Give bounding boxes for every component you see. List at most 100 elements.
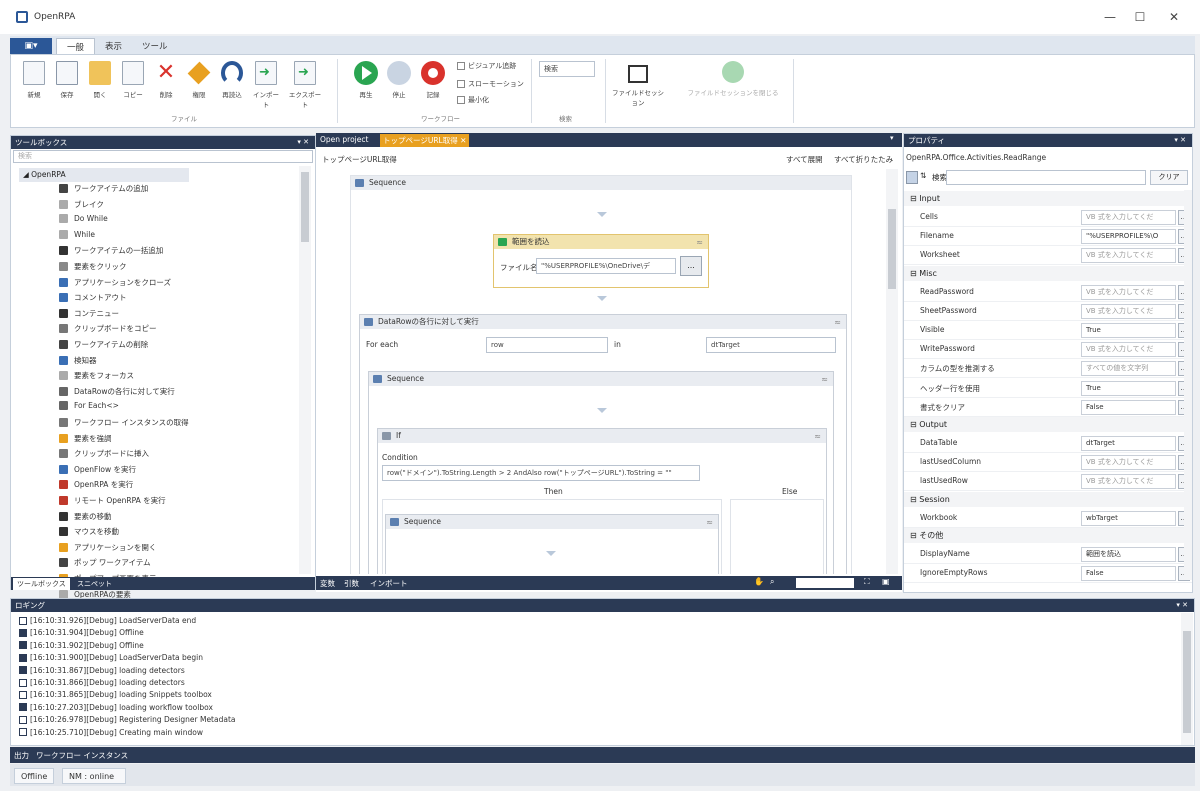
condition-input[interactable]: row("ドメイン").ToString.Length > 2 AndAlso … [382, 465, 700, 481]
fielded-session-button[interactable]: ファイルドセッション [609, 61, 667, 107]
pin-icon[interactable]: ▾ [890, 134, 894, 142]
scrollbar-thumb[interactable] [888, 209, 896, 289]
tab-workflow-active[interactable]: トップページURL取得 ✕ [380, 134, 470, 147]
slow-motion-checkbox[interactable]: スローモーション [457, 79, 524, 89]
property-value-input[interactable]: 範囲を読込 [1081, 546, 1176, 562]
item-variable-input[interactable]: row [486, 337, 608, 353]
browse-button[interactable]: ... [680, 256, 702, 276]
collapse-icon[interactable]: ≈ [696, 236, 703, 250]
property-category[interactable]: ⊟ Session [904, 491, 1192, 507]
toolbox-item[interactable]: ブレイク [59, 199, 104, 210]
toolbox-item[interactable]: OpenRPA を実行 [59, 479, 133, 490]
collapse-icon[interactable]: ≈ [706, 516, 713, 530]
designer-scrollbar[interactable] [886, 169, 898, 574]
delete-button[interactable]: ✕ 削除 [151, 61, 181, 100]
reload-button[interactable]: 再読込 [217, 61, 247, 99]
property-value-input[interactable]: True [1081, 380, 1176, 396]
property-value-input[interactable]: "%USERPROFILE%\O [1081, 229, 1176, 245]
save-button[interactable]: 保存 [52, 61, 82, 99]
read-range-activity[interactable]: 範囲を読込 ≈ ファイル名 "%USERPROFILE%\OneDrive\デ .… [493, 234, 709, 288]
ribbon-search-input[interactable]: 検索 [539, 61, 595, 77]
toolbox-item[interactable]: クリップボードをコピー [59, 323, 157, 334]
outer-sequence[interactable]: Sequence 範囲を読込 ≈ ファイル名 "%USERPROFILE%\One… [350, 175, 852, 574]
log-scrollbar[interactable] [1181, 613, 1193, 745]
collapse-all-link[interactable]: すべて折りたたみ [834, 154, 893, 165]
close-button[interactable]: ✕ [1164, 10, 1184, 24]
toolbox-item[interactable]: ポップ ワークアイテム [59, 557, 151, 568]
collection-input[interactable]: dtTarget [706, 337, 836, 353]
toolbox-item[interactable]: アプリケーションを開く [59, 542, 156, 553]
toolbox-item[interactable]: ワークアイテムの削除 [59, 339, 148, 350]
toolbox-item[interactable]: ワークフロー インスタンスの取得 [59, 417, 189, 428]
properties-scrollbar[interactable] [1184, 190, 1192, 580]
toolbox-item[interactable]: リモート OpenRPA を実行 [59, 495, 166, 506]
property-value-input[interactable]: True [1081, 323, 1176, 338]
tab-tools[interactable]: ツール [132, 38, 178, 54]
log-checkbox[interactable] [19, 690, 27, 699]
collapse-icon[interactable]: ≈ [814, 430, 821, 444]
log-checkbox[interactable] [19, 628, 27, 637]
file-menu-button[interactable]: ▣▾ [10, 38, 52, 54]
toolbox-scrollbar[interactable] [299, 166, 311, 574]
pin-icon[interactable]: ▾ ✕ [297, 136, 309, 149]
toolbox-item[interactable]: 要素を強調 [59, 433, 112, 444]
property-value-input[interactable]: VB 式を入力してくだ [1081, 284, 1176, 300]
property-value-input[interactable]: VB 式を入力してくだ [1081, 455, 1176, 471]
tab-toolbox[interactable]: ツールボックス [13, 578, 70, 590]
tab-workflow-instances[interactable]: ワークフロー インスタンス [36, 750, 128, 761]
property-category[interactable]: ⊟ Output [904, 417, 1192, 432]
fit-screen-icon[interactable]: ⛶ [864, 577, 870, 587]
toolbox-item[interactable]: コメントアウト [59, 292, 127, 303]
toolbox-item[interactable]: Do While [59, 214, 108, 224]
log-checkbox[interactable] [19, 728, 27, 737]
then-branch[interactable]: Sequence ≈ [382, 499, 722, 574]
property-value-input[interactable]: すべての値を文字列 [1081, 361, 1176, 377]
file-name-input[interactable]: "%USERPROFILE%\OneDrive\デ [536, 258, 676, 274]
tab-snippets[interactable]: スニペット [77, 579, 112, 589]
tab-open-project[interactable]: Open project [320, 135, 368, 144]
toolbox-item[interactable]: ワークアイテムの追加 [59, 183, 148, 194]
property-value-input[interactable]: dtTarget [1081, 436, 1176, 451]
property-category[interactable]: ⊟ Input [904, 191, 1192, 206]
if-activity[interactable]: If ≈ Condition row("ドメイン").ToString.Lengt… [377, 428, 827, 574]
property-value-input[interactable]: VB 式を入力してくだ [1081, 342, 1176, 358]
scrollbar-thumb[interactable] [1183, 631, 1191, 733]
property-value-input[interactable]: wbTarget [1081, 510, 1176, 526]
collapse-icon[interactable]: ≈ [834, 316, 841, 330]
minimize-checkbox[interactable]: 最小化 [457, 95, 489, 105]
toolbox-item[interactable]: クリップボードに挿入 [59, 448, 149, 459]
tab-output[interactable]: 出力 [14, 750, 29, 761]
expand-all-link[interactable]: すべて展開 [786, 154, 823, 165]
property-value-input[interactable]: False [1081, 566, 1176, 581]
toolbox-item[interactable]: For Each<> [59, 401, 119, 411]
log-checkbox[interactable] [19, 703, 27, 712]
pin-icon[interactable]: ▾ ✕ [1174, 134, 1186, 147]
open-button[interactable]: 開く [85, 61, 115, 99]
toolbox-item[interactable]: OpenFlow を実行 [59, 464, 136, 475]
zoom-input[interactable] [796, 578, 854, 588]
new-button[interactable]: 新規 [19, 61, 49, 99]
property-category[interactable]: ⊟ その他 [904, 527, 1192, 543]
property-value-input[interactable]: VB 式を入力してくだ [1081, 474, 1176, 490]
maximize-button[interactable]: ☐ [1130, 10, 1150, 24]
property-value-input[interactable]: False [1081, 399, 1176, 415]
toolbox-category-openrpa[interactable]: ◢ OpenRPA [19, 168, 189, 182]
inner-sequence[interactable]: Sequence ≈ If ≈ Condition row("ドメイン").ToSt… [368, 371, 834, 574]
import-button[interactable]: ➜ インポート [251, 61, 281, 109]
log-checkbox[interactable] [19, 715, 27, 724]
collapse-icon[interactable]: ≈ [821, 373, 828, 387]
tab-imports[interactable]: インポート [370, 578, 408, 589]
property-value-input[interactable]: VB 式を入力してくだ [1081, 248, 1176, 264]
then-sequence[interactable]: Sequence ≈ [385, 514, 719, 574]
overview-icon[interactable]: ▣ [882, 577, 890, 586]
log-checkbox[interactable] [19, 641, 27, 650]
pin-icon[interactable]: ▾ ✕ [1176, 599, 1188, 612]
toolbox-item[interactable]: アプリケーションをクローズ [59, 277, 171, 288]
visual-tracking-checkbox[interactable]: ビジュアル追跡 [457, 61, 516, 71]
properties-search-input[interactable] [946, 170, 1146, 185]
property-value-input[interactable]: VB 式を入力してくだ [1081, 210, 1176, 225]
tab-view[interactable]: 表示 [95, 38, 132, 54]
minimize-button[interactable]: — [1100, 10, 1120, 24]
breadcrumb[interactable]: トップページURL取得 [322, 154, 397, 165]
categorized-icon[interactable] [906, 171, 918, 184]
